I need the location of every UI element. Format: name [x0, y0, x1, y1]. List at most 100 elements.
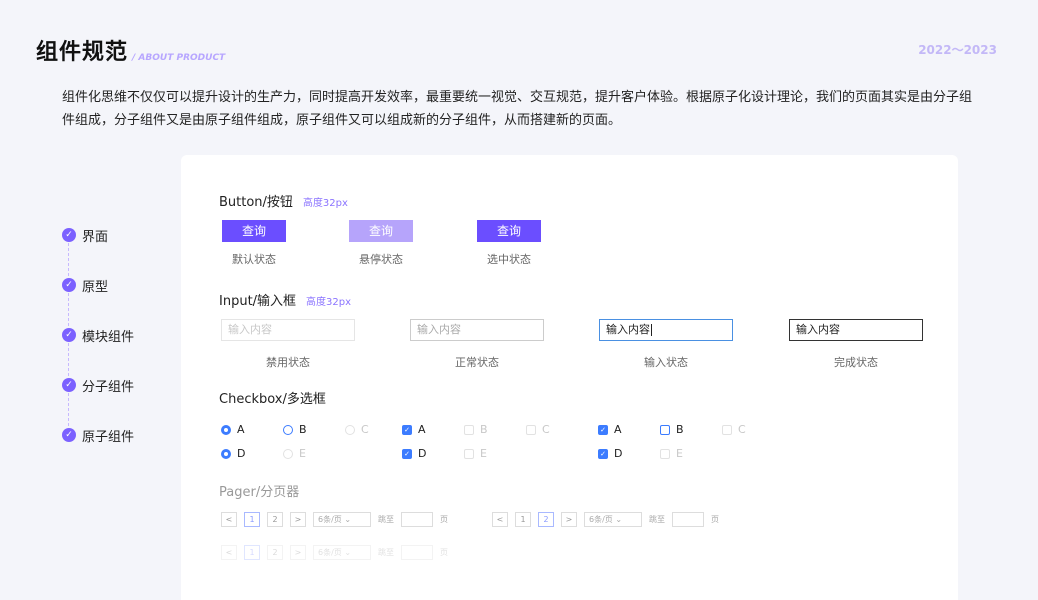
- option-label: B: [480, 423, 488, 436]
- jump-input[interactable]: [401, 512, 433, 527]
- checkbox-checked-icon: ✓: [598, 448, 608, 459]
- step-item: ✓ 原型: [62, 276, 134, 326]
- checkbox-option-a[interactable]: ✓ A: [402, 423, 426, 436]
- prev-page-button[interactable]: <: [221, 545, 237, 560]
- input-typing[interactable]: 输入内容: [599, 319, 733, 341]
- check-circle-icon: ✓: [62, 428, 76, 442]
- option-label: E: [480, 447, 487, 460]
- height-tag: 高度32px: [306, 297, 352, 308]
- radio-checked-icon: [221, 424, 231, 435]
- option-label: C: [738, 423, 746, 436]
- option-label: C: [542, 423, 550, 436]
- page-button[interactable]: 1: [244, 545, 260, 560]
- option-label: C: [361, 423, 369, 436]
- intro-paragraph: 组件化思维不仅仅可以提升设计的生产力，同时提高开发效率，最重要统一视觉、交互规范…: [62, 90, 973, 128]
- step-label: 原子组件: [82, 430, 135, 445]
- radio-option-a[interactable]: A: [221, 423, 245, 436]
- component-card: Button/按钮 高度32px 查询 查询 查询 默认状态 悬停状态 选中状态 …: [181, 155, 958, 600]
- pager: < 1 2 > 6条/页 ⌄ 跳至 页: [221, 512, 448, 527]
- next-page-button[interactable]: >: [561, 512, 577, 527]
- option-label: B: [299, 423, 307, 436]
- state-caption: 悬停状态: [359, 253, 403, 266]
- checkbox-section-title: Checkbox/多选框: [219, 392, 326, 407]
- checkbox-disabled-icon: [464, 424, 474, 435]
- option-label: D: [418, 447, 427, 460]
- jump-label: 跳至: [378, 515, 394, 524]
- step-label: 界面: [82, 230, 109, 245]
- query-button-hover[interactable]: 查询: [349, 220, 413, 242]
- checkbox-option-a[interactable]: ✓ A: [598, 423, 622, 436]
- checkbox-checked-icon: ✓: [598, 424, 608, 435]
- step-label: 分子组件: [82, 380, 135, 395]
- radio-option-b[interactable]: B: [283, 423, 307, 436]
- height-tag: 高度32px: [302, 198, 348, 209]
- option-label: D: [614, 447, 623, 460]
- page-title: 组件规范: [36, 40, 129, 65]
- step-item: ✓ 原子组件: [62, 426, 134, 476]
- state-caption: 禁用状态: [266, 356, 310, 369]
- checkbox-hover-icon: [660, 424, 670, 435]
- query-button-active[interactable]: 查询: [477, 220, 541, 242]
- next-page-button[interactable]: >: [290, 545, 306, 560]
- jump-input[interactable]: [401, 545, 433, 560]
- jump-label: 跳至: [649, 515, 665, 524]
- checkbox-option-d[interactable]: ✓ D: [598, 447, 622, 460]
- option-label: D: [237, 447, 246, 460]
- option-label: B: [676, 423, 684, 436]
- page-unit-label: 页: [440, 515, 448, 524]
- header: 组件规范 / ABOUT PRODUCT: [36, 34, 225, 66]
- query-button-default[interactable]: 查询: [222, 220, 286, 242]
- step-item: ✓ 模块组件: [62, 326, 134, 376]
- radio-disabled-icon: [283, 448, 293, 459]
- checkbox-disabled-icon: [660, 448, 670, 459]
- button-section-title: Button/按钮 高度32px: [219, 191, 348, 210]
- check-circle-icon: ✓: [62, 278, 76, 292]
- state-caption: 输入状态: [644, 356, 688, 369]
- state-caption: 正常状态: [455, 356, 499, 369]
- radio-disabled-icon: [345, 424, 355, 435]
- step-item: ✓ 分子组件: [62, 376, 134, 426]
- option-label: A: [418, 423, 426, 436]
- check-circle-icon: ✓: [62, 328, 76, 342]
- radio-checked-icon: [221, 448, 231, 459]
- page-unit-label: 页: [440, 548, 448, 557]
- checkbox-option-e: E: [464, 447, 487, 460]
- radio-option-d[interactable]: D: [221, 447, 245, 460]
- jump-input[interactable]: [672, 512, 704, 527]
- page-size-select[interactable]: 6条/页 ⌄: [313, 512, 371, 527]
- step-item: ✓ 界面: [62, 226, 134, 276]
- checkbox-option-e: E: [660, 447, 683, 460]
- page-size-select[interactable]: 6条/页 ⌄: [584, 512, 642, 527]
- check-circle-icon: ✓: [62, 228, 76, 242]
- pager: < 1 2 > 6条/页 ⌄ 跳至 页: [492, 512, 719, 527]
- page-button[interactable]: 2: [267, 545, 283, 560]
- step-list: ✓ 界面 ✓ 原型 ✓ 模块组件 ✓ 分子组件 ✓ 原子组件: [62, 226, 134, 476]
- page-button[interactable]: 1: [515, 512, 531, 527]
- dashed-connector: [68, 343, 69, 376]
- section-title-text: Input/输入框: [219, 294, 297, 309]
- step-label: 模块组件: [82, 330, 135, 345]
- next-page-button[interactable]: >: [290, 512, 306, 527]
- input-normal[interactable]: 输入内容: [410, 319, 544, 341]
- jump-label: 跳至: [378, 548, 394, 557]
- dashed-connector: [68, 293, 69, 326]
- check-circle-icon: ✓: [62, 378, 76, 392]
- prev-page-button[interactable]: <: [492, 512, 508, 527]
- page-button[interactable]: 1: [244, 512, 260, 527]
- option-label: E: [676, 447, 683, 460]
- option-label: E: [299, 447, 306, 460]
- checkbox-checked-icon: ✓: [402, 424, 412, 435]
- prev-page-button[interactable]: <: [221, 512, 237, 527]
- page-button[interactable]: 2: [538, 512, 554, 527]
- checkbox-disabled-icon: [464, 448, 474, 459]
- checkbox-option-d[interactable]: ✓ D: [402, 447, 426, 460]
- page-size-select[interactable]: 6条/页 ⌄: [313, 545, 371, 560]
- input-done[interactable]: 输入内容: [789, 319, 923, 341]
- state-caption: 选中状态: [487, 253, 531, 266]
- checkbox-option-b[interactable]: B: [660, 423, 684, 436]
- pager: < 1 2 > 6条/页 ⌄ 跳至 页: [221, 545, 448, 560]
- page-button[interactable]: 2: [267, 512, 283, 527]
- checkbox-disabled-icon: [722, 424, 732, 435]
- page-subtitle: / ABOUT PRODUCT: [132, 53, 226, 63]
- state-caption: 默认状态: [232, 253, 276, 266]
